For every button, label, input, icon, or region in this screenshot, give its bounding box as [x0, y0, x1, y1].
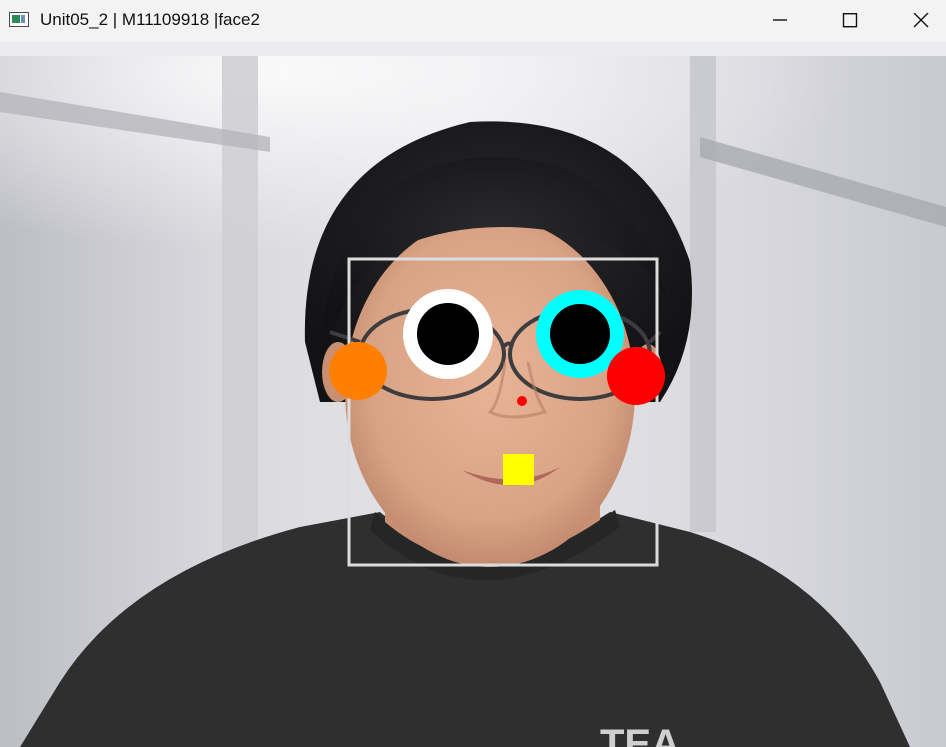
window-title: Unit05_2 | M11109918 |face2	[40, 10, 260, 29]
left-eye-marker	[403, 289, 493, 379]
webcam-frame: TEA	[0, 42, 946, 747]
close-icon	[913, 13, 929, 28]
nose-marker	[517, 396, 527, 406]
maximize-icon	[842, 13, 858, 28]
webcam-canvas: TEA	[0, 42, 946, 747]
right-cheek-marker	[607, 347, 665, 405]
close-button[interactable]	[886, 0, 946, 42]
left-cheek-marker	[329, 342, 387, 400]
minimize-button[interactable]	[745, 0, 815, 42]
mouth-marker	[503, 454, 534, 485]
shirt-text: TEA	[600, 722, 680, 747]
minimize-icon	[773, 19, 787, 21]
window-app-icon	[9, 12, 29, 27]
window-mullion-left	[222, 42, 258, 562]
right-eye-marker	[536, 290, 624, 378]
window-mullion-right	[690, 42, 716, 532]
ceiling-strip	[0, 42, 946, 56]
title-bar[interactable]: Unit05_2 | M11109918 |face2	[0, 0, 946, 42]
maximize-button[interactable]	[815, 0, 885, 42]
